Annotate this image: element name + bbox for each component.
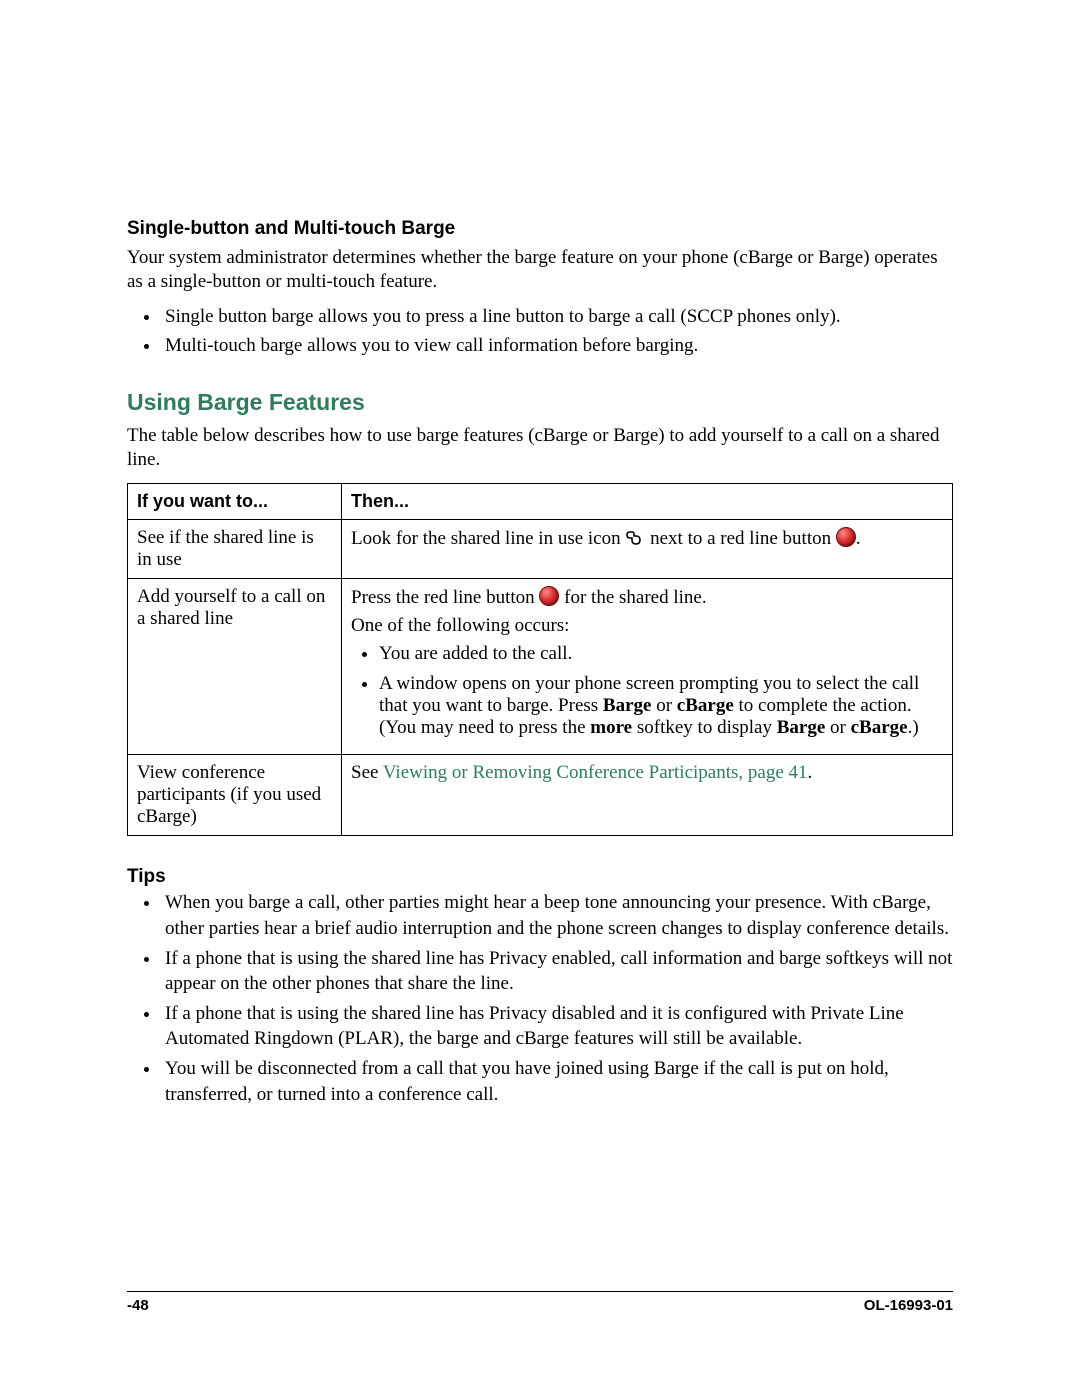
- list-item: When you barge a call, other parties mig…: [161, 890, 953, 941]
- table-row: View conference participants (if you use…: [128, 755, 953, 836]
- text-fragment: See: [351, 762, 383, 783]
- text-fragment: .: [856, 528, 861, 549]
- document-page: Single-button and Multi-touch Barge Your…: [0, 0, 1080, 1397]
- list-item: Multi-touch barge allows you to view cal…: [161, 333, 953, 359]
- bold-barge-2: Barge: [777, 717, 826, 738]
- tips-heading: Tips: [127, 866, 953, 888]
- cell-view-conference: View conference participants (if you use…: [128, 755, 342, 836]
- list-item: If a phone that is using the shared line…: [161, 946, 953, 997]
- text-fragment: or: [825, 717, 850, 738]
- text-fragment: or: [651, 695, 676, 716]
- text-fragment: .: [808, 762, 813, 783]
- text-fragment: next to a red line button: [650, 528, 836, 549]
- cell-add-yourself: Add yourself to a call on a shared line: [128, 579, 342, 755]
- shared-line-in-use-icon: [625, 530, 645, 546]
- list-item: A window opens on your phone screen prom…: [379, 673, 943, 739]
- doc-id: OL-16993-01: [864, 1297, 953, 1314]
- link-conference-participants[interactable]: Viewing or Removing Conference Participa…: [383, 762, 808, 783]
- list-item: Single button barge allows you to press …: [161, 304, 953, 330]
- section-title-using-barge: Using Barge Features: [127, 389, 953, 416]
- page-footer: -48 OL-16993-01: [127, 1291, 953, 1314]
- cell-see-link: See Viewing or Removing Conference Parti…: [342, 755, 953, 836]
- list-item: You will be disconnected from a call tha…: [161, 1056, 953, 1107]
- bold-barge: Barge: [603, 695, 652, 716]
- cell-see-shared-line: See if the shared line is in use: [128, 520, 342, 579]
- red-line-button-icon: [836, 527, 856, 547]
- text-fragment: Press the red line button: [351, 587, 539, 608]
- page-number: -48: [127, 1297, 149, 1314]
- text-fragment: for the shared line.: [564, 587, 706, 608]
- cell-press-red-line: Press the red line button for the shared…: [342, 579, 953, 755]
- bold-cbarge: cBarge: [677, 695, 734, 716]
- section1-bullet-list: Single button barge allows you to press …: [127, 304, 953, 359]
- red-line-button-icon: [539, 586, 559, 606]
- intro-paragraph-2: The table below describes how to use bar…: [127, 424, 953, 472]
- table-header-if-you-want: If you want to...: [128, 484, 342, 520]
- tips-bullet-list: When you barge a call, other parties mig…: [127, 890, 953, 1107]
- cell-look-for-icon: Look for the shared line in use icon nex…: [342, 520, 953, 579]
- table-header-then: Then...: [342, 484, 953, 520]
- bold-cbarge-2: cBarge: [851, 717, 908, 738]
- bold-more: more: [590, 717, 632, 738]
- outcome-list: You are added to the call. A window open…: [351, 643, 943, 739]
- text-one-of-following: One of the following occurs:: [351, 615, 943, 637]
- list-item: You are added to the call.: [379, 643, 943, 665]
- text-fragment: Look for the shared line in use icon: [351, 528, 625, 549]
- table-row: Add yourself to a call on a shared line …: [128, 579, 953, 755]
- text-fragment: softkey to display: [632, 717, 777, 738]
- intro-paragraph-1: Your system administrator determines whe…: [127, 246, 953, 294]
- text-fragment: .): [908, 717, 919, 738]
- list-item: If a phone that is using the shared line…: [161, 1001, 953, 1052]
- section-title-single-button: Single-button and Multi-touch Barge: [127, 218, 953, 240]
- table-row: See if the shared line is in use Look fo…: [128, 520, 953, 579]
- barge-feature-table: If you want to... Then... See if the sha…: [127, 483, 953, 836]
